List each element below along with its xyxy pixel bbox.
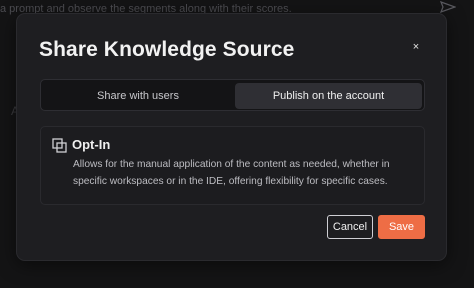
cancel-button[interactable]: Cancel: [327, 215, 373, 239]
opt-in-option-card[interactable]: Opt-In Allows for the manual application…: [40, 126, 425, 205]
tab-publish-on-account[interactable]: Publish on the account: [235, 83, 422, 109]
dialog-title: Share Knowledge Source: [39, 38, 295, 61]
tab-share-with-users[interactable]: Share with users: [44, 83, 232, 109]
copy-icon: [52, 138, 67, 153]
share-knowledge-source-dialog: Share Knowledge Source × Share with user…: [16, 13, 447, 261]
option-description: Allows for the manual application of the…: [73, 159, 390, 187]
option-title: Opt-In: [72, 137, 111, 152]
share-mode-tabs: Share with users Publish on the account: [40, 79, 425, 111]
send-icon: [439, 0, 460, 14]
save-button[interactable]: Save: [378, 215, 425, 239]
close-icon[interactable]: ×: [410, 41, 422, 53]
